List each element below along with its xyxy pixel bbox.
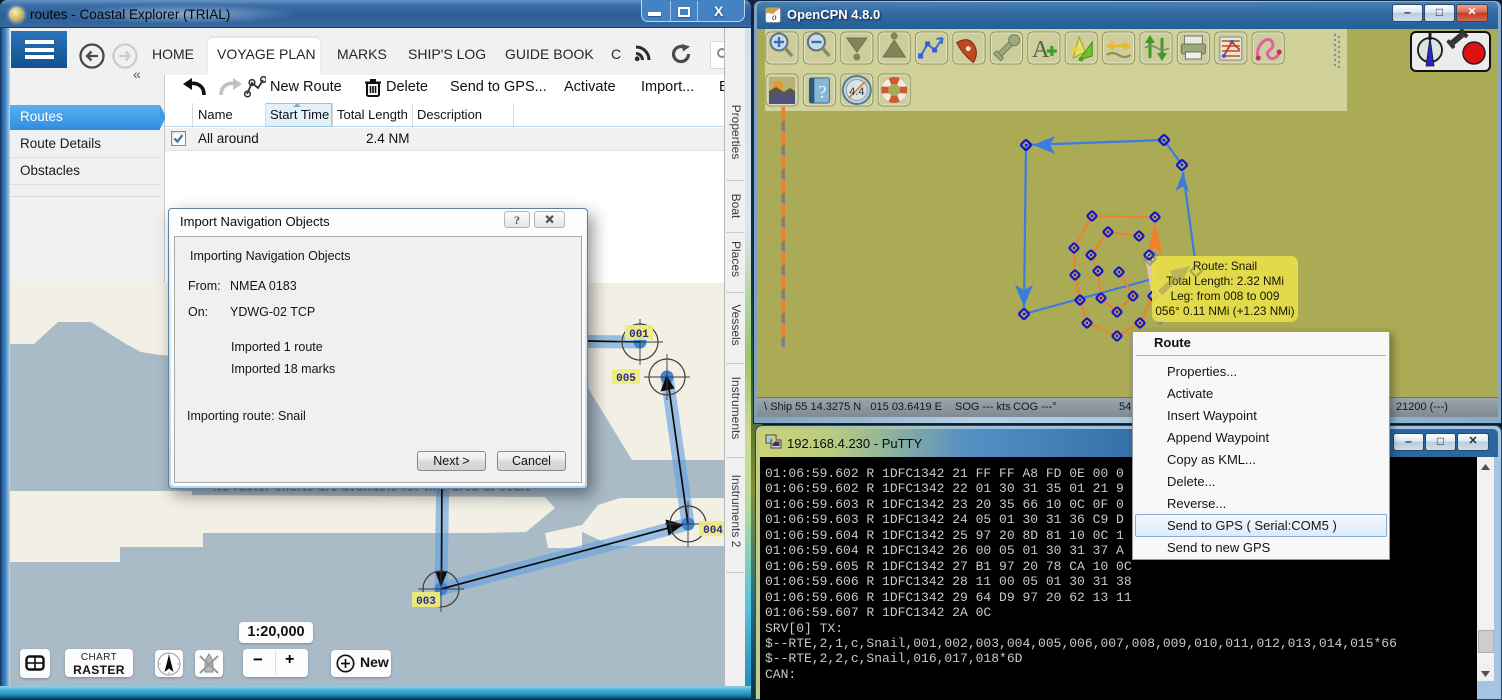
svg-text:005: 005 [616, 373, 636, 385]
svg-text:001: 001 [629, 329, 649, 341]
svg-text:003: 003 [416, 596, 436, 608]
svg-text:004: 004 [703, 525, 723, 537]
svg-text:?: ? [818, 82, 826, 102]
svg-text:4.4: 4.4 [849, 86, 864, 98]
svg-text:o: o [772, 12, 777, 22]
